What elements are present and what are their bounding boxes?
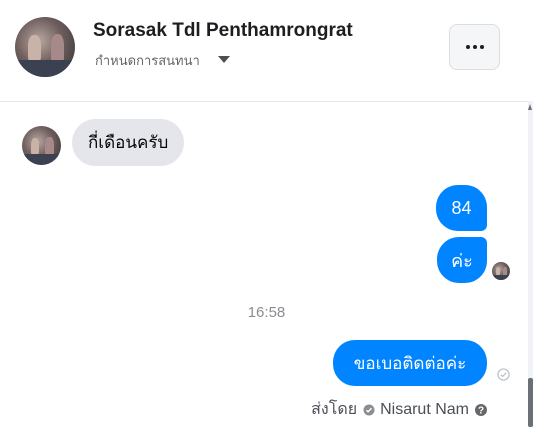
- sender-name[interactable]: Nisarut Nam: [380, 401, 469, 419]
- sent-by-label: ส่งโดย: [311, 401, 358, 418]
- outgoing-message[interactable]: ค่ะ: [437, 237, 487, 283]
- contact-name[interactable]: Sorasak Tdl Penthamrongrat: [93, 20, 353, 42]
- ellipsis-icon: [465, 45, 484, 49]
- verified-icon: [363, 404, 375, 415]
- sender-avatar[interactable]: [22, 126, 61, 165]
- help-icon[interactable]: ?: [474, 403, 488, 417]
- seen-avatar: [492, 262, 510, 280]
- contact-avatar[interactable]: [15, 17, 75, 77]
- chevron-down-icon[interactable]: [218, 56, 230, 63]
- more-options-button[interactable]: [449, 24, 500, 70]
- scrollbar-thumb[interactable]: [528, 378, 533, 427]
- outgoing-message[interactable]: 84: [436, 185, 487, 231]
- chat-header: Sorasak Tdl Penthamrongrat กำหนดการสนทนา: [0, 0, 533, 102]
- incoming-message[interactable]: กี่เดือนครับ: [72, 119, 185, 166]
- sent-by-line: ส่งโดย Nisarut Nam ?: [311, 397, 488, 422]
- scroll-up-icon[interactable]: [528, 104, 532, 110]
- chat-window: Sorasak Tdl Penthamrongrat กำหนดการสนทนา…: [0, 0, 533, 427]
- message-timestamp: 16:58: [247, 304, 286, 321]
- outgoing-message[interactable]: ขอเบอติดต่อค่ะ: [333, 340, 487, 386]
- svg-text:?: ?: [478, 405, 484, 416]
- conversation-settings-label[interactable]: กำหนดการสนทนา: [95, 50, 200, 71]
- sent-check-icon: [497, 368, 510, 381]
